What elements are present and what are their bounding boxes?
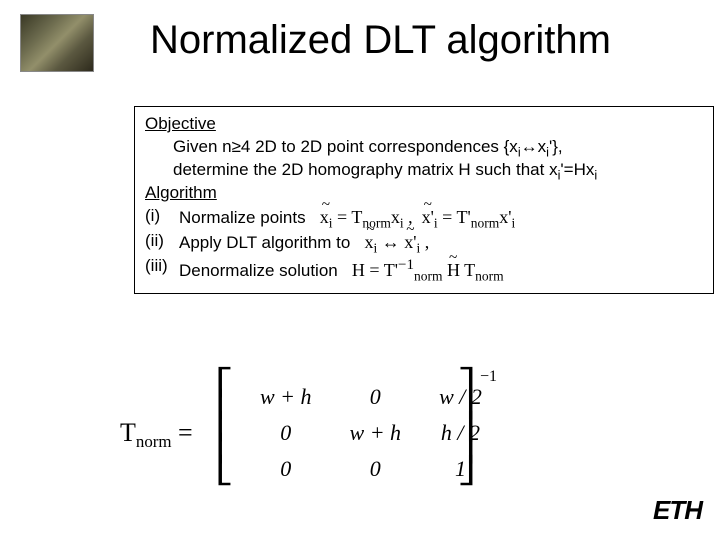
- m32: 0: [332, 452, 420, 486]
- step-3: (iii) Denormalize solution H = T'−1norm …: [145, 255, 703, 283]
- step-2-text: Apply DLT algorithm to: [179, 233, 350, 252]
- step-1-label: (i): [145, 205, 179, 228]
- tnorm-lhs: Tnorm =: [120, 418, 193, 448]
- slide-thumbnail-icon: [20, 14, 94, 72]
- eth-logo: ETH: [653, 495, 702, 526]
- step-1: (i) Normalize points xi = Tnormxi , x'i …: [145, 205, 703, 230]
- objective-line-2: determine the 2D homography matrix H suc…: [145, 159, 703, 182]
- tnorm-exponent: −1: [480, 368, 497, 386]
- right-bracket-icon: ⎤⎥⎥⎥⎦: [460, 372, 473, 482]
- step-1-eq: xi = Tnormxi , x'i = T'normx'i: [320, 207, 515, 227]
- page-title: Normalized DLT algorithm: [150, 18, 611, 63]
- step-2-eq: xi ↔ x'i ,: [365, 232, 430, 252]
- m12: 0: [332, 380, 420, 414]
- m11: w + h: [242, 380, 330, 414]
- step-3-label: (iii): [145, 255, 179, 278]
- step-2: (ii) Apply DLT algorithm to xi ↔ x'i ,: [145, 230, 703, 255]
- m21: 0: [242, 416, 330, 450]
- objective-line-1: Given n≥4 2D to 2D point correspondences…: [145, 136, 703, 159]
- objective-heading: Objective: [145, 113, 703, 136]
- algorithm-box: Objective Given n≥4 2D to 2D point corre…: [134, 106, 714, 294]
- m31: 0: [242, 452, 330, 486]
- step-2-label: (ii): [145, 230, 179, 253]
- m22: w + h: [332, 416, 420, 450]
- step-1-text: Normalize points: [179, 208, 306, 227]
- step-3-eq: H = T'−1norm H Tnorm: [352, 260, 504, 280]
- step-3-text: Denormalize solution: [179, 261, 338, 280]
- left-bracket-icon: ⎡⎢⎢⎢⎣: [218, 372, 231, 482]
